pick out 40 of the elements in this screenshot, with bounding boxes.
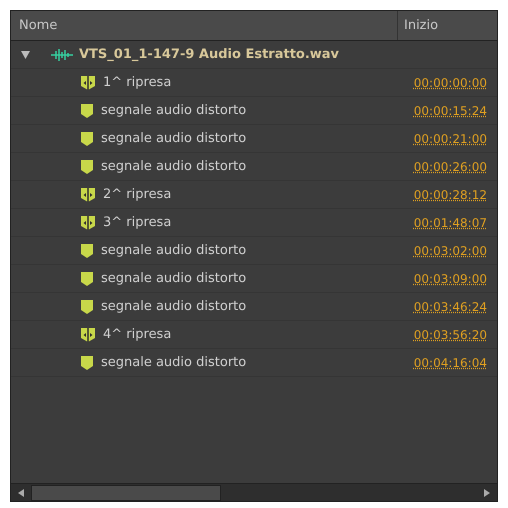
split-marker-icon xyxy=(81,326,95,342)
split-marker-icon xyxy=(81,214,95,230)
marker-icon xyxy=(81,158,93,174)
column-header[interactable]: Nome xyxy=(11,11,397,40)
start-timecode[interactable]: 00:03:09:00 xyxy=(414,270,487,288)
waveform-icon xyxy=(51,48,73,60)
start-timecode[interactable]: 00:00:26:00 xyxy=(414,158,487,176)
marker-name[interactable]: segnale audio distorto xyxy=(101,100,246,120)
split-marker-icon xyxy=(81,186,95,202)
start-timecode[interactable]: 00:00:21:00 xyxy=(414,130,487,148)
marker-icon xyxy=(81,102,93,118)
marker-icon xyxy=(81,130,93,146)
marker-name[interactable]: segnale audio distorto xyxy=(101,240,246,260)
horizontal-scrollbar[interactable] xyxy=(11,483,497,501)
marker-icon xyxy=(81,270,93,286)
start-timecode[interactable]: 00:03:02:00 xyxy=(414,242,487,260)
marker-name[interactable]: 2^ ripresa xyxy=(103,184,172,204)
marker-name[interactable]: segnale audio distorto xyxy=(101,296,246,316)
start-timecode[interactable]: 00:03:56:20 xyxy=(414,326,487,344)
start-timecode[interactable]: 00:00:15:24 xyxy=(414,102,487,120)
marker-icon xyxy=(81,242,93,258)
clip-name[interactable]: VTS_01_1-147-9 Audio Estratto.wav xyxy=(79,44,340,64)
marker-name[interactable]: 3^ ripresa xyxy=(103,212,172,232)
start-timecode[interactable]: 00:00:28:12 xyxy=(414,186,487,204)
start-timecode[interactable]: 00:04:16:04 xyxy=(414,354,487,372)
collapse-triangle-icon[interactable] xyxy=(19,48,31,60)
marker-name[interactable]: segnale audio distorto xyxy=(101,352,246,372)
start-timecode[interactable]: 00:01:48:07 xyxy=(414,214,487,232)
marker-name[interactable]: segnale audio distorto xyxy=(101,128,246,148)
split-marker-icon xyxy=(81,74,95,90)
marker-icon xyxy=(81,298,93,314)
marker-name[interactable]: segnale audio distorto xyxy=(101,268,246,288)
marker-name[interactable]: segnale audio distorto xyxy=(101,156,246,176)
column-header[interactable]: Inizio xyxy=(397,11,497,40)
marker-name[interactable]: 4^ ripresa xyxy=(103,324,172,344)
marker-icon xyxy=(81,354,93,370)
marker-name[interactable]: 1^ ripresa xyxy=(103,72,172,92)
start-timecode[interactable]: 00:00:00:00 xyxy=(414,74,487,92)
scrollbar-thumb[interactable] xyxy=(31,484,221,500)
start-timecode[interactable]: 00:03:46:24 xyxy=(414,298,487,316)
